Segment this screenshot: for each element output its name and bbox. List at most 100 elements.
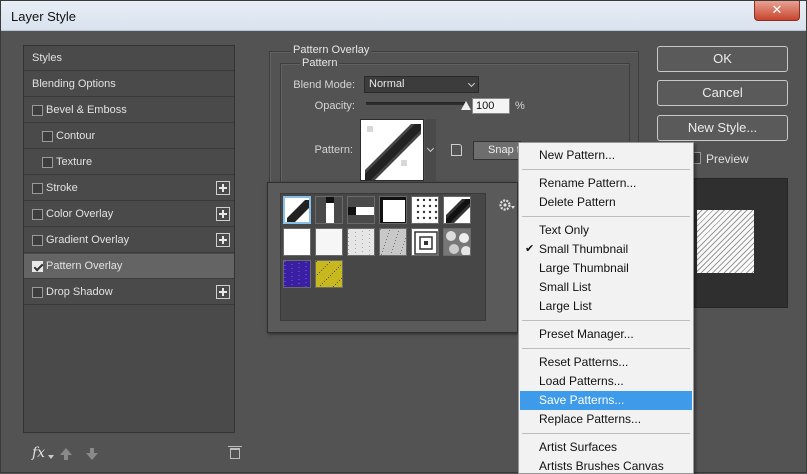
pattern-picker-toggle[interactable] xyxy=(425,119,436,181)
chevron-down-icon xyxy=(426,144,435,153)
opacity-input[interactable]: 100 xyxy=(472,98,510,114)
menu-item-small-thumbnail[interactable]: ✔ Small Thumbnail xyxy=(520,240,692,259)
picker-options-button[interactable] xyxy=(496,195,518,215)
style-item-stroke[interactable]: Stroke xyxy=(24,176,234,201)
trash-icon[interactable] xyxy=(228,446,242,459)
style-checkbox[interactable] xyxy=(32,287,43,298)
add-effect-plus-icon[interactable] xyxy=(216,233,230,247)
white-soft-pattern[interactable] xyxy=(315,228,343,256)
style-item-color-overlay[interactable]: Color Overlay xyxy=(24,202,234,227)
menu-item-replace-patterns[interactable]: Replace Patterns... xyxy=(520,410,692,429)
add-effect-plus-icon[interactable] xyxy=(216,285,230,299)
chevron-down-icon xyxy=(467,79,476,88)
close-button[interactable]: ✕ xyxy=(754,1,800,21)
pattern-thumbnail-grid xyxy=(280,193,486,321)
blend-mode-label: Blend Mode: xyxy=(293,79,355,91)
style-item-drop-shadow[interactable]: Drop Shadow xyxy=(24,280,234,305)
diagonal-stripe-pattern[interactable] xyxy=(283,196,311,224)
stone-pattern[interactable] xyxy=(443,228,471,256)
yellow-texture-pattern[interactable] xyxy=(315,260,343,288)
menu-item-label: Text Only xyxy=(539,223,590,237)
opacity-slider-handle[interactable] xyxy=(461,101,471,110)
menu-item-label: Small Thumbnail xyxy=(539,242,629,256)
window-title: Layer Style xyxy=(11,9,77,24)
menu-item-label: Small List xyxy=(539,280,592,294)
style-checkbox[interactable] xyxy=(32,261,43,272)
purple-texture-pattern[interactable] xyxy=(283,260,311,288)
menu-item-preset-manager[interactable]: Preset Manager... xyxy=(520,325,692,344)
menu-item-save-patterns[interactable]: Save Patterns... xyxy=(520,391,692,410)
stair-diagonal-pattern[interactable] xyxy=(443,196,471,224)
style-item-label: Contour xyxy=(56,130,96,142)
style-item-pattern-overlay[interactable]: Pattern Overlay xyxy=(24,254,234,279)
menu-item-label: Save Patterns... xyxy=(539,393,625,407)
style-checkbox[interactable] xyxy=(32,105,43,116)
pattern-swatch-button[interactable] xyxy=(360,119,424,181)
menu-item-label: Large Thumbnail xyxy=(539,261,629,275)
light-noise-pattern[interactable] xyxy=(347,228,375,256)
menu-item-new-pattern[interactable]: New Pattern... xyxy=(520,146,692,165)
fx-caret-icon xyxy=(48,455,54,459)
style-item-texture[interactable]: Texture xyxy=(24,150,234,175)
light-noise-pattern-icon xyxy=(348,229,374,255)
menu-separator xyxy=(522,320,690,321)
fx-menu-button[interactable]: fx xyxy=(32,445,45,461)
dots-pattern[interactable] xyxy=(411,196,439,224)
menu-item-text-only[interactable]: Text Only xyxy=(520,221,692,240)
style-item-contour[interactable]: Contour xyxy=(24,124,234,149)
dots-pattern-icon xyxy=(412,197,438,223)
style-item-gradient-overlay[interactable]: Gradient Overlay xyxy=(24,228,234,253)
cancel-button[interactable]: Cancel xyxy=(657,80,788,106)
black-frame-pattern[interactable] xyxy=(379,196,407,224)
add-effect-plus-icon[interactable] xyxy=(216,181,230,195)
style-item-label: Styles xyxy=(32,52,62,64)
new-style-button[interactable]: New Style... xyxy=(657,115,788,141)
layer-style-dialog: Layer Style ✕ Styles Blending Options Beve… xyxy=(0,0,807,474)
opacity-slider-track[interactable] xyxy=(366,102,466,105)
style-item-label: Gradient Overlay xyxy=(46,234,130,246)
new-preset-icon[interactable] xyxy=(451,144,462,156)
style-item-blending-options[interactable]: Blending Options xyxy=(24,72,234,97)
add-effect-plus-icon[interactable] xyxy=(216,207,230,221)
style-item-label: Blending Options xyxy=(32,78,116,90)
blend-mode-select[interactable]: Normal xyxy=(364,76,479,93)
move-up-icon[interactable] xyxy=(60,448,72,460)
menu-item-artists-brushes-canvas[interactable]: Artists Brushes Canvas xyxy=(520,457,692,473)
style-item-label: Color Overlay xyxy=(46,208,114,220)
pattern-options-menu: New Pattern... Rename Pattern... Delete Pa… xyxy=(518,142,694,474)
vertical-bar-pattern[interactable] xyxy=(315,196,343,224)
yellow-texture-pattern-icon xyxy=(316,261,342,287)
stair-diagonal-pattern-icon xyxy=(444,197,470,223)
style-checkbox[interactable] xyxy=(32,183,43,194)
menu-separator xyxy=(522,169,690,170)
style-checkbox[interactable] xyxy=(32,235,43,246)
snap-to-origin-button[interactable]: Snap to Origin xyxy=(473,141,521,160)
menu-item-delete-pattern[interactable]: Delete Pattern xyxy=(520,193,692,212)
menu-item-artist-surfaces[interactable]: Artist Surfaces xyxy=(520,438,692,457)
menu-item-label: New Pattern... xyxy=(539,148,616,162)
menu-item-small-list[interactable]: Small List xyxy=(520,278,692,297)
style-item-bevel-emboss[interactable]: Bevel & Emboss xyxy=(24,98,234,123)
menu-item-load-patterns[interactable]: Load Patterns... xyxy=(520,372,692,391)
menu-item-large-thumbnail[interactable]: Large Thumbnail xyxy=(520,259,692,278)
concentric-squares-pattern[interactable] xyxy=(411,228,439,256)
menu-item-rename-pattern[interactable]: Rename Pattern... xyxy=(520,174,692,193)
style-item-label: Pattern Overlay xyxy=(46,260,123,272)
menu-item-reset-patterns[interactable]: Reset Patterns... xyxy=(520,353,692,372)
close-icon: ✕ xyxy=(771,2,783,17)
gray-noise-pattern-icon xyxy=(380,229,406,255)
white-pattern[interactable] xyxy=(283,228,311,256)
style-item-label: Bevel & Emboss xyxy=(46,104,127,116)
style-checkbox[interactable] xyxy=(42,157,53,168)
style-item-styles[interactable]: Styles xyxy=(24,46,234,71)
checkmark-icon: ✔ xyxy=(525,243,535,255)
ok-button[interactable]: OK xyxy=(657,46,788,72)
style-checkbox[interactable] xyxy=(32,209,43,220)
horizontal-bar-pattern[interactable] xyxy=(347,196,375,224)
menu-separator xyxy=(522,216,690,217)
style-checkbox[interactable] xyxy=(42,131,53,142)
diagonal-stripe-pattern-icon xyxy=(285,198,309,222)
menu-item-large-list[interactable]: Large List xyxy=(520,297,692,316)
white-soft-pattern-icon xyxy=(316,229,342,255)
gray-noise-pattern[interactable] xyxy=(379,228,407,256)
